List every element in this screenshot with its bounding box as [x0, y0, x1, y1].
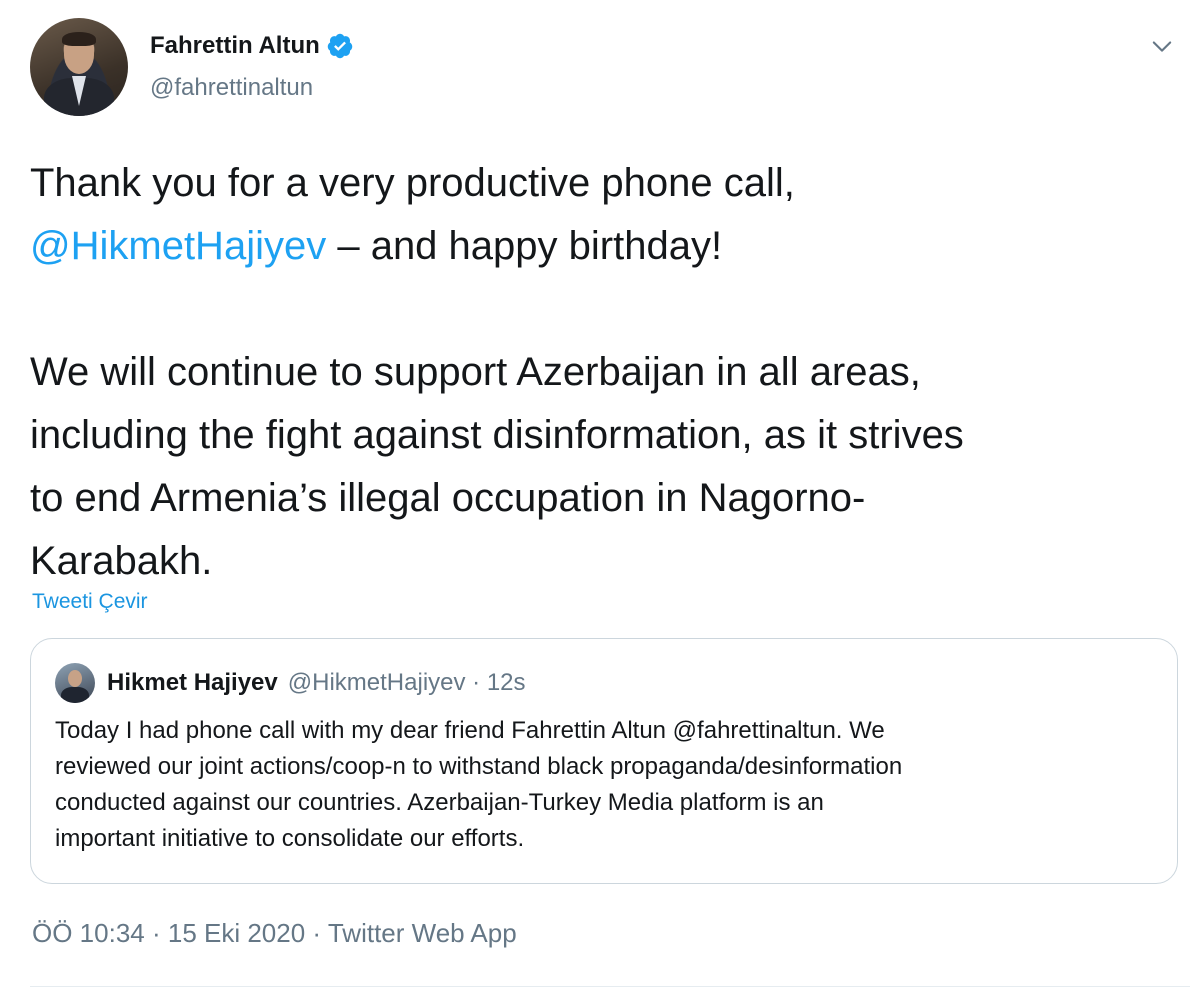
quoted-author-avatar — [55, 663, 95, 703]
divider — [30, 986, 1190, 987]
tweet-date[interactable]: 15 Eki 2020 — [168, 918, 305, 948]
meta-separator: · — [151, 918, 168, 948]
author-name[interactable]: Fahrettin Altun — [150, 32, 320, 60]
translate-tweet-link[interactable]: Tweeti Çevir — [32, 590, 148, 614]
tweet-time[interactable]: ÖÖ 10:34 — [32, 918, 145, 948]
tweet-meta: ÖÖ 10:34 · 15 Eki 2020 · Twitter Web App — [32, 918, 517, 949]
quoted-line: important initiative to consolidate our … — [55, 825, 525, 852]
quoted-author-meta: @HikmetHajiyev · 12s — [287, 669, 526, 696]
tweet-line-rest: – and happy birthday! — [326, 224, 723, 268]
tweet-line: @HikmetHajiyev – and happy birthday! — [30, 215, 1170, 278]
tweet-line: including the fight against disinformati… — [30, 413, 964, 457]
verified-badge-icon — [327, 33, 353, 59]
author-name-row: Fahrettin Altun — [150, 32, 354, 60]
author-avatar[interactable] — [30, 18, 128, 116]
quoted-tweet-header: Hikmet Hajiyev @HikmetHajiyev · 12s — [55, 663, 526, 703]
quoted-line: conducted against our countries. Azerbai… — [55, 789, 824, 816]
tweet-body: Thank you for a very productive phone ca… — [30, 152, 1170, 593]
tweet-header: Fahrettin Altun @fahrettinaltun — [30, 18, 1190, 118]
quoted-line: Today I had phone call with my dear frie… — [55, 717, 885, 744]
tweet-line: We will continue to support Azerbaijan i… — [30, 350, 921, 394]
quoted-tweet[interactable]: Hikmet Hajiyev @HikmetHajiyev · 12s Toda… — [30, 638, 1178, 884]
tweet-line: Thank you for a very productive phone ca… — [30, 161, 795, 205]
tweet-line: to end Armenia’s illegal occupation in N… — [30, 476, 866, 520]
quoted-line: reviewed our joint actions/coop-n to wit… — [55, 753, 903, 780]
tweet-line: Karabakh. — [30, 539, 213, 583]
mention-link[interactable]: @HikmetHajiyev — [30, 224, 326, 268]
quoted-author-name: Hikmet Hajiyev — [107, 669, 278, 696]
meta-separator: · — [312, 918, 328, 948]
quoted-tweet-text: Today I had phone call with my dear frie… — [55, 713, 1155, 857]
chevron-down-icon[interactable] — [1148, 32, 1176, 60]
tweet-source[interactable]: Twitter Web App — [328, 918, 517, 948]
author-handle[interactable]: @fahrettinaltun — [150, 74, 313, 102]
